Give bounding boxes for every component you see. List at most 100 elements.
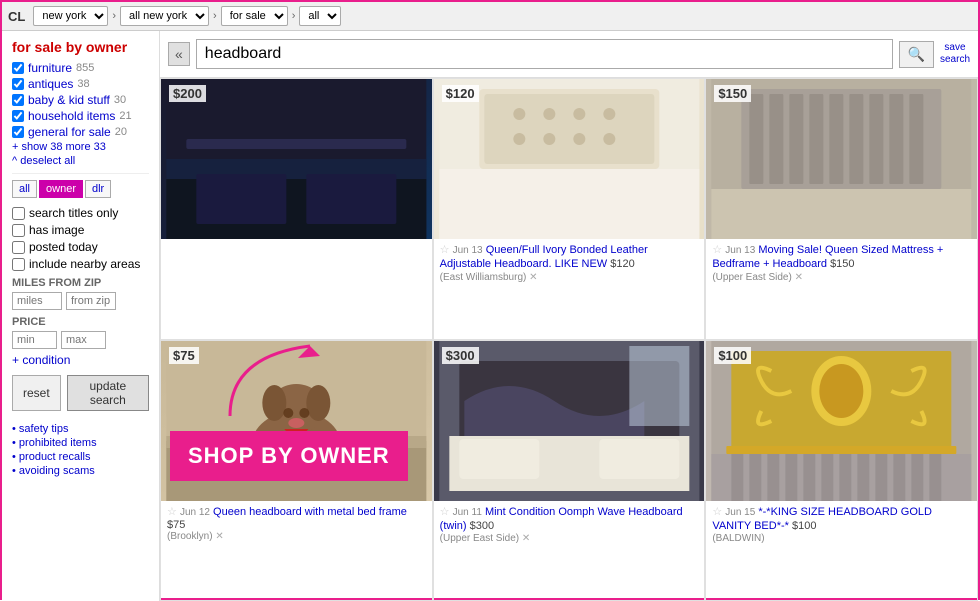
- save-search-button[interactable]: save search: [940, 42, 970, 66]
- miles-row: [12, 292, 149, 310]
- category-general-count: 20: [115, 126, 127, 138]
- category-furniture-label: furniture: [28, 61, 72, 75]
- condition-toggle[interactable]: + condition: [12, 353, 149, 367]
- listing-3-info: ☆ Jun 13 Moving Sale! Queen Sized Mattre…: [706, 239, 977, 289]
- listing-4-price-tag: $75: [167, 519, 185, 531]
- price-max-input[interactable]: [61, 331, 106, 349]
- avoiding-scams-link[interactable]: avoiding scams: [12, 465, 149, 477]
- category-household: household items 21: [12, 109, 149, 123]
- zip-input[interactable]: [66, 292, 116, 310]
- nearby-checkbox[interactable]: [12, 258, 25, 271]
- sidebar-title: for sale by owner: [12, 39, 149, 55]
- product-recalls-link[interactable]: product recalls: [12, 451, 149, 463]
- category-baby-checkbox[interactable]: [12, 94, 24, 106]
- category-general-label: general for sale: [28, 125, 111, 139]
- listing-item-1[interactable]: $200: [160, 78, 433, 340]
- listing-4-date: Jun 12: [180, 507, 210, 518]
- prohibited-items-link[interactable]: prohibited items: [12, 437, 149, 449]
- listing-6-location: (BALDWIN): [712, 533, 971, 544]
- has-image-label: has image: [29, 223, 84, 237]
- show-more-link[interactable]: + show 38 more 33: [12, 141, 149, 153]
- nearby-label: include nearby areas: [29, 257, 140, 271]
- reset-button[interactable]: reset: [12, 375, 61, 411]
- listing-5-price: $300: [442, 347, 479, 364]
- listing-2-price: $120: [442, 85, 479, 102]
- grid-wrapper: $200 $120: [160, 78, 978, 601]
- listing-6-info: ☆ Jun 15 *-*KING SIZE HEADBOARD GOLD VAN…: [706, 501, 977, 551]
- category-baby-label: baby & kid stuff: [28, 93, 110, 107]
- save-label: save: [944, 42, 965, 54]
- location-select[interactable]: new york: [33, 6, 108, 26]
- listing-item-5[interactable]: $300: [433, 340, 706, 601]
- safety-tips-link[interactable]: safety tips: [12, 423, 149, 435]
- listing-4-info: ☆ Jun 12 Queen headboard with metal bed …: [161, 501, 432, 548]
- miles-section-label: MILES FROM ZIP: [12, 277, 149, 289]
- search-prev-button[interactable]: «: [168, 42, 190, 66]
- listing-3-star: ☆: [712, 244, 722, 256]
- listing-item-2[interactable]: $120: [433, 78, 706, 340]
- price-section-label: PRICE: [12, 316, 149, 328]
- listing-item-4[interactable]: $75: [160, 340, 433, 601]
- update-search-button[interactable]: update search: [67, 375, 149, 411]
- category-antiques-checkbox[interactable]: [12, 78, 24, 90]
- listing-1-price: $200: [169, 85, 206, 102]
- category-household-label: household items: [28, 109, 115, 123]
- price-min-input[interactable]: [12, 331, 57, 349]
- top-navigation-bar: CL new york › all new york › for sale › …: [2, 2, 978, 31]
- listing-3-location: (Upper East Side) ✕: [712, 272, 971, 283]
- filter-search-titles: search titles only: [12, 206, 149, 220]
- listing-2-info: ☆ Jun 13 Queen/Full Ivory Bonded Leather…: [434, 239, 705, 289]
- category-baby-count: 30: [114, 94, 126, 106]
- listing-4-location: (Brooklyn) ✕: [167, 531, 426, 542]
- listing-5-location: (Upper East Side) ✕: [440, 533, 699, 544]
- filter-posted-today: posted today: [12, 240, 149, 254]
- listing-5-image: [434, 341, 705, 501]
- search-input[interactable]: [196, 39, 893, 69]
- tab-dlr[interactable]: dlr: [85, 180, 111, 198]
- listing-2-location: (East Williamsburg) ✕: [440, 272, 699, 283]
- listing-2-star: ☆: [440, 244, 450, 256]
- listing-item-6[interactable]: $100: [705, 340, 978, 601]
- listing-1-image: [161, 79, 432, 239]
- region-select[interactable]: all new york: [120, 6, 209, 26]
- posted-today-label: posted today: [29, 240, 98, 254]
- category-general-checkbox[interactable]: [12, 126, 24, 138]
- sale-select[interactable]: for sale: [221, 6, 288, 26]
- deselect-all-link[interactable]: ^ deselect all: [12, 155, 149, 167]
- search-titles-label: search titles only: [29, 206, 118, 220]
- category-baby: baby & kid stuff 30: [12, 93, 149, 107]
- subcategory-select[interactable]: all: [299, 6, 341, 26]
- sidebar: for sale by owner furniture 855 antiques…: [2, 31, 160, 601]
- listing-5-star: ☆: [440, 506, 450, 518]
- listing-4-title[interactable]: Queen headboard with metal bed frame: [213, 506, 407, 518]
- listing-2-image: [434, 79, 705, 239]
- listings-grid: $200 $120: [160, 78, 978, 601]
- nav-arrow-3: ›: [292, 10, 296, 22]
- nav-arrow-1: ›: [112, 10, 116, 22]
- category-furniture-count: 855: [76, 62, 94, 74]
- category-furniture-checkbox[interactable]: [12, 62, 24, 74]
- listing-6-price: $100: [714, 347, 751, 364]
- has-image-checkbox[interactable]: [12, 224, 25, 237]
- tab-all[interactable]: all: [12, 180, 37, 198]
- listing-3-price: $150: [714, 85, 751, 102]
- category-household-count: 21: [119, 110, 131, 122]
- search-label: search: [940, 54, 970, 66]
- search-titles-checkbox[interactable]: [12, 207, 25, 220]
- listing-4-price: $75: [169, 347, 199, 364]
- search-submit-button[interactable]: 🔍: [899, 41, 934, 68]
- listing-item-3[interactable]: $150: [705, 78, 978, 340]
- listing-2-price-tag: $120: [610, 258, 634, 270]
- tab-owner[interactable]: owner: [39, 180, 83, 198]
- listing-3-date: Jun 13: [725, 245, 755, 256]
- miles-input[interactable]: [12, 292, 62, 310]
- listing-6-image: [706, 341, 977, 501]
- listing-4-image: [161, 341, 432, 501]
- nav-arrow-2: ›: [213, 10, 217, 22]
- category-household-checkbox[interactable]: [12, 110, 24, 122]
- posted-today-checkbox[interactable]: [12, 241, 25, 254]
- action-buttons: reset update search: [12, 375, 149, 411]
- listing-6-price-tag: $100: [792, 520, 816, 532]
- footer-links: safety tips prohibited items product rec…: [12, 423, 149, 477]
- listing-5-date: Jun 11: [453, 507, 482, 518]
